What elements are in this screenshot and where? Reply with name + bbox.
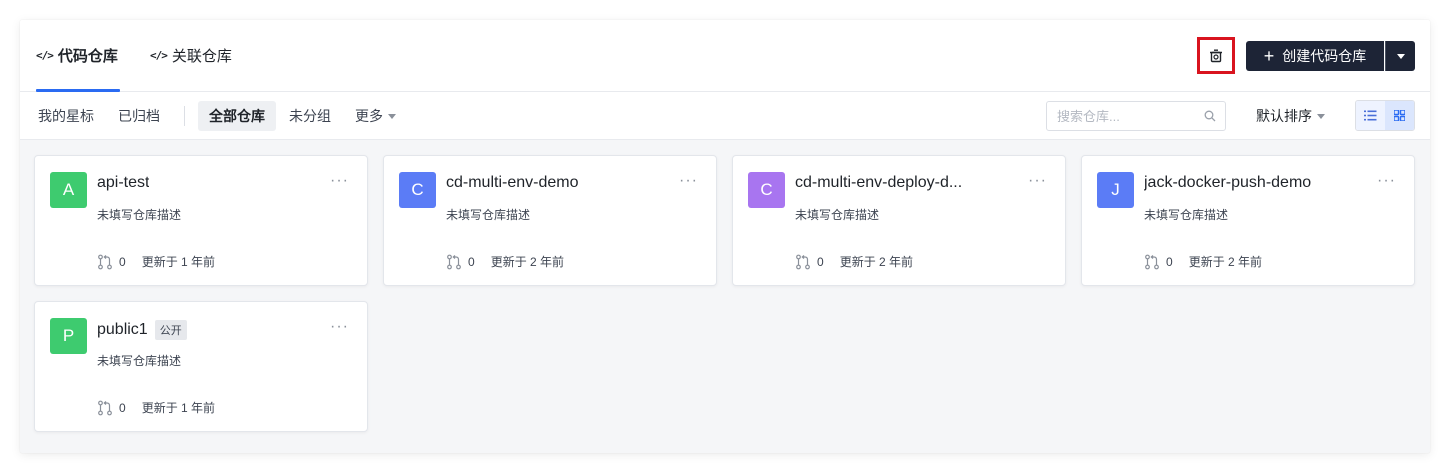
tab-linked-repos[interactable]: </> 关联仓库 (150, 44, 232, 66)
filter-archived[interactable]: 已归档 (107, 101, 171, 131)
mr-count: 0 (817, 254, 824, 269)
repo-name: public1 公开 (97, 320, 187, 340)
filter-all[interactable]: 全部仓库 (198, 101, 276, 131)
repo-name-text: cd-multi-env-deploy-d... (795, 174, 963, 191)
caret-down-icon (1317, 113, 1325, 119)
repo-footer: 0 更新于 1 年前 (97, 399, 215, 416)
repo-footer: 0 更新于 1 年前 (97, 253, 215, 270)
caret-down-icon (388, 113, 396, 119)
repo-description: 未填写仓库描述 (97, 208, 182, 222)
more-options-icon[interactable]: ··· (330, 172, 349, 190)
repo-description: 未填写仓库描述 (1144, 208, 1229, 222)
repo-card[interactable]: A api-test ··· 未填写仓库描述 0 更新于 1 年前 (34, 155, 368, 286)
view-toggle (1355, 100, 1415, 131)
repo-name-text: api-test (97, 174, 150, 191)
recycle-bin-button[interactable] (1197, 37, 1235, 74)
merge-request-icon (1145, 254, 1159, 269)
tab-code-repos[interactable]: </> 代码仓库 (36, 44, 118, 66)
merge-request-icon (98, 254, 112, 269)
grid-icon (1394, 110, 1405, 121)
repo-name: cd-multi-env-demo (446, 174, 578, 192)
search-input[interactable] (1057, 108, 1197, 124)
repo-avatar: C (748, 172, 785, 208)
page-header: </> 代码仓库 </> 关联仓库 + 创建代码仓库 (20, 20, 1430, 92)
merge-request-icon (796, 254, 810, 269)
filter-ungrouped[interactable]: 未分组 (278, 101, 342, 131)
list-icon (1364, 110, 1377, 121)
filter-divider (184, 106, 185, 126)
sort-dropdown[interactable]: 默认排序 (1256, 101, 1325, 131)
repo-card[interactable]: J jack-docker-push-demo ··· 未填写仓库描述 0 更新… (1081, 155, 1415, 286)
create-repo-dropdown[interactable] (1385, 41, 1415, 71)
visibility-badge: 公开 (154, 320, 187, 340)
filter-toolbar: 我的星标 已归档 全部仓库 未分组 更多 默认排序 (20, 92, 1430, 140)
repo-panel: </> 代码仓库 </> 关联仓库 + 创建代码仓库 我的星标 已归档 全部仓库… (20, 20, 1430, 453)
code-icon: </> (36, 48, 54, 62)
code-icon: </> (150, 48, 168, 62)
repo-name: cd-multi-env-deploy-d... (795, 174, 962, 192)
repo-description: 未填写仓库描述 (97, 354, 182, 368)
tab-label: 代码仓库 (57, 47, 118, 65)
more-options-icon[interactable]: ··· (679, 172, 698, 190)
updated-time: 更新于 1 年前 (141, 401, 216, 415)
merge-request-icon (447, 254, 461, 269)
plus-icon: + (1263, 46, 1275, 66)
repo-card[interactable]: C cd-multi-env-demo ··· 未填写仓库描述 0 更新于 2 … (383, 155, 717, 286)
repo-footer: 0 更新于 2 年前 (1144, 253, 1262, 270)
repo-card[interactable]: C cd-multi-env-deploy-d... ··· 未填写仓库描述 0… (732, 155, 1066, 286)
tab-label: 关联仓库 (171, 47, 232, 65)
search-icon[interactable] (1204, 110, 1216, 122)
repo-avatar: P (50, 318, 87, 354)
mr-count: 0 (1166, 254, 1173, 269)
filter-more-label: 更多 (355, 108, 383, 124)
mr-count: 0 (119, 254, 126, 269)
updated-time: 更新于 2 年前 (1188, 255, 1263, 269)
create-repo-button[interactable]: + 创建代码仓库 (1246, 41, 1384, 71)
repo-card[interactable]: P public1 公开 ··· 未填写仓库描述 0 更新于 1 年前 (34, 301, 368, 432)
repo-name-text: jack-docker-push-demo (1144, 174, 1312, 191)
repo-avatar: A (50, 172, 87, 208)
sort-label: 默认排序 (1256, 108, 1312, 124)
repo-avatar: C (399, 172, 436, 208)
repo-name: jack-docker-push-demo (1144, 174, 1311, 192)
updated-time: 更新于 2 年前 (490, 255, 565, 269)
repo-footer: 0 更新于 2 年前 (446, 253, 564, 270)
filter-starred[interactable]: 我的星标 (27, 101, 105, 131)
repo-name-text: cd-multi-env-demo (446, 174, 579, 191)
caret-down-icon (1396, 53, 1405, 59)
updated-time: 更新于 2 年前 (839, 255, 914, 269)
mr-count: 0 (119, 400, 126, 415)
repo-name: api-test (97, 174, 149, 192)
repo-description: 未填写仓库描述 (446, 208, 531, 222)
updated-time: 更新于 1 年前 (141, 255, 216, 269)
search-box (1046, 101, 1226, 131)
create-repo-label: 创建代码仓库 (1282, 48, 1367, 64)
repo-footer: 0 更新于 2 年前 (795, 253, 913, 270)
repo-description: 未填写仓库描述 (795, 208, 880, 222)
repo-avatar: J (1097, 172, 1134, 208)
repo-name-text: public1 (97, 321, 148, 338)
list-view-button[interactable] (1356, 101, 1385, 130)
more-options-icon[interactable]: ··· (330, 318, 349, 336)
mr-count: 0 (468, 254, 475, 269)
more-options-icon[interactable]: ··· (1028, 172, 1047, 190)
trash-icon (1210, 49, 1222, 62)
merge-request-icon (98, 400, 112, 415)
more-options-icon[interactable]: ··· (1377, 172, 1396, 190)
filter-more[interactable]: 更多 (344, 101, 407, 131)
grid-view-button[interactable] (1385, 101, 1414, 130)
